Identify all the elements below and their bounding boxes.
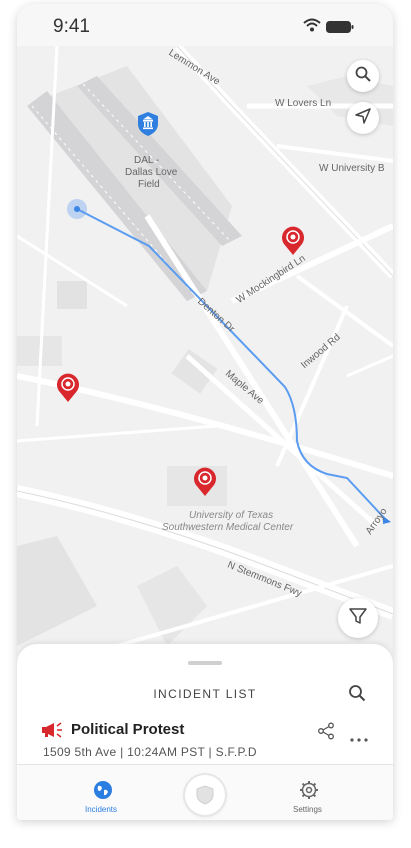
app-screen: 9:41 Lemmon Ave W Lovers Ln W University… — [17, 4, 393, 820]
battery-icon — [326, 20, 354, 38]
label-w-lovers-ln: W Lovers Ln — [275, 98, 332, 109]
incident-pin-icon[interactable] — [281, 226, 305, 261]
tab-incidents[interactable]: Incidents — [73, 765, 133, 820]
label-airport-3: Field — [138, 179, 160, 190]
incident-pin-icon[interactable] — [193, 467, 217, 502]
navigation-arrow-icon — [355, 107, 371, 129]
tab-label-incidents: Incidents — [85, 805, 118, 814]
filter-icon — [348, 606, 368, 631]
airport-marker-icon[interactable] — [137, 111, 159, 142]
search-icon — [355, 66, 371, 87]
shield-icon — [195, 785, 215, 810]
incident-title: Political Protest — [71, 721, 185, 738]
label-airport-2: Dallas Love — [125, 167, 178, 178]
wifi-icon — [303, 18, 321, 37]
bottom-tab-bar: Incidents Settings — [17, 764, 393, 820]
incident-list-title: INCIDENT LIST — [153, 687, 257, 701]
share-icon[interactable] — [317, 722, 335, 745]
map-search-button[interactable] — [347, 60, 379, 92]
label-utsw-2: Southwestern Medical Center — [162, 522, 294, 533]
tab-label-settings: Settings — [293, 805, 322, 814]
label-utsw-1: University of Texas — [189, 510, 274, 521]
filter-button[interactable] — [338, 598, 378, 638]
incident-pin-icon[interactable] — [56, 373, 80, 408]
list-search-icon[interactable] — [348, 684, 366, 707]
tab-center-shield[interactable] — [185, 775, 225, 815]
megaphone-icon — [41, 722, 63, 743]
status-time: 9:41 — [53, 16, 90, 37]
more-options-icon[interactable] — [350, 729, 368, 747]
incident-details: 1509 5th Ave | 10:24AM PST | S.F.P.D — [43, 745, 257, 759]
label-airport-1: DAL - — [134, 155, 160, 166]
tab-settings[interactable]: Settings — [279, 765, 339, 820]
map-view[interactable]: Lemmon Ave W Lovers Ln W University B DA… — [17, 46, 393, 666]
gear-icon — [299, 780, 319, 805]
locate-me-button[interactable] — [347, 102, 379, 134]
status-bar: 9:41 — [17, 4, 393, 47]
label-w-university: W University B — [319, 163, 385, 174]
sheet-drag-handle[interactable] — [188, 661, 222, 665]
globe-icon — [93, 780, 113, 805]
